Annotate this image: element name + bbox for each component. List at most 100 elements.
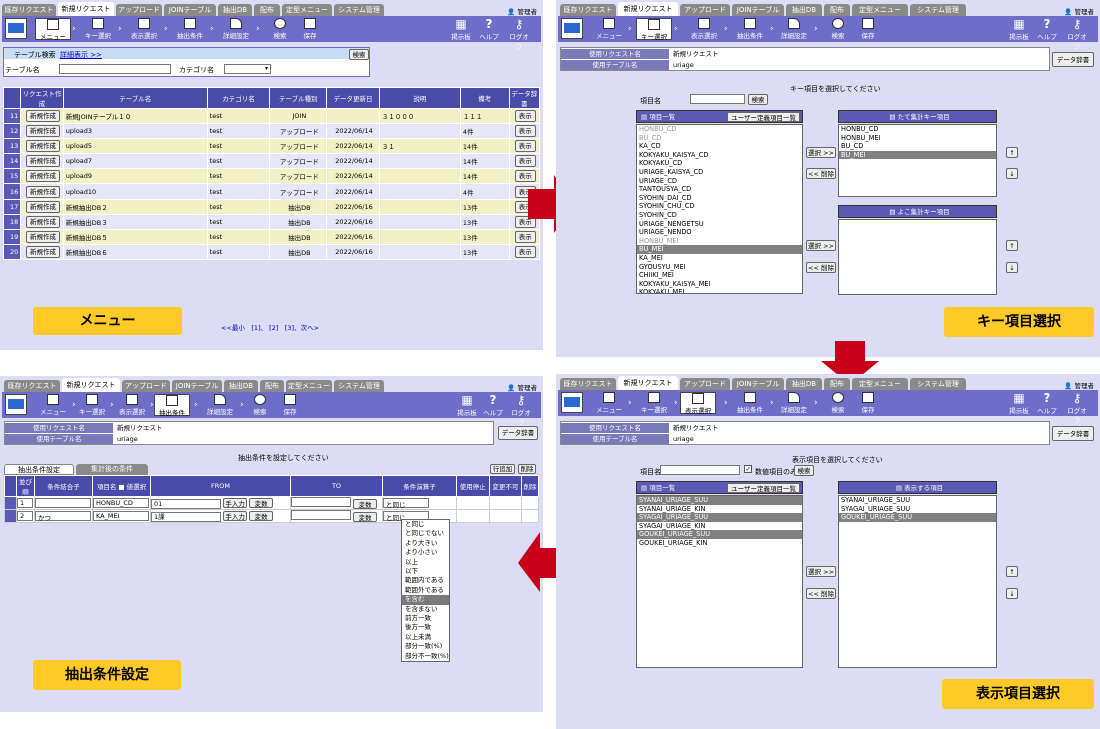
board-button[interactable]: ▦ 掲示板 xyxy=(1008,391,1030,415)
variable-button[interactable]: 変数 xyxy=(353,499,378,509)
view-dictionary-button[interactable]: 表示 xyxy=(514,155,536,168)
list-item[interactable]: CHIIKI_MEI xyxy=(637,271,802,280)
tab-fixed-menu[interactable]: 定型メニュー xyxy=(852,378,908,390)
list-item[interactable]: KA_MEI xyxy=(637,254,802,263)
list-item[interactable]: URIAGE_NENGETSU xyxy=(637,220,802,229)
list-item[interactable]: SYAGAI_URIAGE_SUU xyxy=(839,505,996,514)
select-button[interactable]: 選択 >> xyxy=(806,566,836,577)
horizontal-key-list[interactable] xyxy=(838,219,997,295)
toolbar-save[interactable]: 保存 xyxy=(850,392,886,414)
list-item[interactable]: HONBU_MEI xyxy=(637,237,802,246)
tab-new-request[interactable]: 新規リクエスト xyxy=(618,376,678,390)
logout-button[interactable]: ⚷ ログオフ xyxy=(1066,391,1088,425)
item-select[interactable]: HONBU_CD xyxy=(93,498,149,508)
remove-button[interactable]: << 削除 xyxy=(806,588,836,599)
list-item[interactable]: SYANAI_URIAGE_SUU xyxy=(637,496,802,505)
create-request-button[interactable]: 新規作成 xyxy=(25,140,60,153)
list-item[interactable]: BU_CD xyxy=(839,142,996,151)
toolbar-key[interactable]: キー選択 xyxy=(74,394,110,416)
list-item[interactable]: KOKYAKU_CD xyxy=(637,159,802,168)
tab-upload[interactable]: アップロード xyxy=(116,4,162,16)
operator-dropdown[interactable]: と同じ と同じでない より大きい より小さい 以上 以下 範囲内である 範囲外である を含む を含… xyxy=(401,519,450,663)
row-handle[interactable] xyxy=(4,509,17,523)
toolbar-detail[interactable]: 詳細設定 xyxy=(776,18,812,40)
category-select[interactable]: ▾ xyxy=(224,64,271,74)
tab-distribute[interactable]: 配布 xyxy=(824,4,850,16)
dropdown-option[interactable]: 以上 xyxy=(402,558,449,567)
dropdown-option[interactable]: 以上未満 xyxy=(402,633,449,642)
tab-extract-db[interactable]: 抽出DB xyxy=(786,4,822,16)
toolbar-save[interactable]: 保存 xyxy=(850,18,886,40)
lock-checkbox[interactable] xyxy=(488,496,523,510)
list-item[interactable]: SYOHIN_CHU_CD xyxy=(637,202,802,211)
toolbar-menu[interactable]: メニュー xyxy=(591,18,627,40)
remove-button-2[interactable]: << 削除 xyxy=(806,262,836,273)
tab-fixed-menu[interactable]: 定型メニュー xyxy=(286,380,332,392)
disable-checkbox[interactable] xyxy=(456,496,490,510)
move-up-button[interactable]: ↑ xyxy=(1006,147,1018,158)
tab-extract-db[interactable]: 抽出DB xyxy=(224,380,258,392)
move-down-button[interactable]: ↓ xyxy=(1006,588,1018,599)
list-item[interactable]: HONBU_CD xyxy=(637,125,802,134)
create-request-button[interactable]: 新規作成 xyxy=(25,155,60,168)
tab-system-admin[interactable]: システム管理 xyxy=(910,378,966,390)
tab-new-request[interactable]: 新規リクエスト xyxy=(618,2,678,16)
operator-select[interactable]: と同じ xyxy=(383,497,429,509)
toolbar-disp[interactable]: 表示選択 xyxy=(686,18,722,40)
create-request-button[interactable]: 新規作成 xyxy=(25,125,60,138)
list-item[interactable]: SYOHIN_CD xyxy=(637,211,802,220)
from-input[interactable]: 1課 xyxy=(151,511,221,522)
toolbar-detail[interactable]: 詳細設定 xyxy=(218,18,254,40)
toolbar-menu[interactable]: メニュー xyxy=(35,18,71,41)
toolbar-cond[interactable]: 抽出条件 xyxy=(732,18,768,40)
list-item[interactable]: SYAGAI_URIAGE_KIN xyxy=(637,522,802,531)
list-item[interactable]: KA_CD xyxy=(637,142,802,151)
list-item[interactable]: HONBU_CD xyxy=(839,125,996,134)
numeric-only-checkbox[interactable]: ✓ xyxy=(744,465,752,473)
move-up-button[interactable]: ↑ xyxy=(1006,566,1018,577)
tab-extract-db[interactable]: 抽出DB xyxy=(218,4,252,16)
move-down-button[interactable]: ↓ xyxy=(1006,168,1018,179)
create-request-button[interactable]: 新規作成 xyxy=(25,170,60,183)
remove-button[interactable]: << 削除 xyxy=(806,168,836,179)
data-dictionary-button[interactable]: データ辞書 xyxy=(498,426,538,440)
tab-fixed-menu[interactable]: 定型メニュー xyxy=(282,4,332,16)
dropdown-option[interactable]: と同じでない xyxy=(402,529,449,538)
tab-distribute[interactable]: 配布 xyxy=(254,4,280,16)
tab-existing-request[interactable]: 既存リクエスト xyxy=(560,4,616,16)
tab-fixed-menu[interactable]: 定型メニュー xyxy=(852,4,908,16)
tab-upload[interactable]: アップロード xyxy=(680,4,730,16)
variable-button[interactable]: 変数 xyxy=(249,497,274,508)
tab-join-table[interactable]: JOINテーブル xyxy=(732,378,784,390)
dropdown-option[interactable]: を含まない xyxy=(402,605,449,614)
create-request-button[interactable]: 新規作成 xyxy=(25,110,60,123)
list-item[interactable]: SYAGAI_URIAGE_SUU xyxy=(637,513,802,522)
list-item[interactable]: SYANAI_URIAGE_KIN xyxy=(637,505,802,514)
order-input[interactable]: 1 xyxy=(17,498,33,508)
tab-join-table[interactable]: JOINテーブル xyxy=(164,4,216,16)
display-items-list[interactable]: SYANAI_URIAGE_SUU SYAGAI_URIAGE_SUU GOUKEI… xyxy=(838,495,997,668)
toolbar-key[interactable]: キー選択 xyxy=(636,392,672,414)
toolbar-key[interactable]: キー選択 xyxy=(80,18,116,40)
item-list[interactable]: SYANAI_URIAGE_SUU SYANAI_URIAGE_KIN SYAGAI… xyxy=(636,495,803,668)
tab-new-request[interactable]: 新規リクエスト xyxy=(58,2,114,16)
from-input[interactable]: 01 xyxy=(151,498,221,509)
list-item[interactable]: GOUKEI_URIAGE_SUU xyxy=(637,530,802,539)
help-button[interactable]: ? ヘルプ xyxy=(478,17,500,41)
help-button[interactable]: ? ヘルプ xyxy=(1036,17,1058,41)
view-dictionary-button[interactable]: 表示 xyxy=(514,140,536,153)
tab-join-table[interactable]: JOINテーブル xyxy=(172,380,222,392)
order-input[interactable]: 2 xyxy=(17,511,33,521)
manual-input-button[interactable]: 手入力 xyxy=(223,497,248,508)
tab-system-admin[interactable]: システム管理 xyxy=(334,380,384,392)
delete-checkbox[interactable] xyxy=(521,509,539,523)
tab-extract-db[interactable]: 抽出DB xyxy=(786,378,822,390)
tab-new-request[interactable]: 新規リクエスト xyxy=(62,378,120,392)
toolbar-disp[interactable]: 表示選択 xyxy=(680,392,716,415)
dropdown-option[interactable]: 後方一致 xyxy=(402,623,449,632)
create-request-button[interactable]: 新規作成 xyxy=(25,185,60,198)
toolbar-key[interactable]: キー選択 xyxy=(636,18,672,41)
dropdown-option[interactable]: 部分一致(%) xyxy=(402,642,449,651)
tab-distribute[interactable]: 配布 xyxy=(260,380,284,392)
item-search-button[interactable]: 検索 xyxy=(794,465,814,476)
